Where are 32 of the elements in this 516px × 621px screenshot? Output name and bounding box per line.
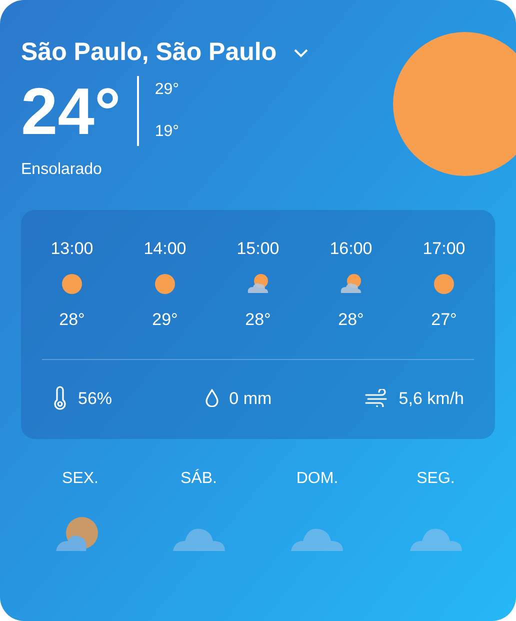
hour-label: 17:00 (422, 238, 466, 260)
sun-cloud-icon (246, 273, 270, 295)
hour-temperature: 28° (59, 309, 85, 331)
day-label: SÁB. (180, 468, 217, 489)
chevron-down-icon[interactable] (292, 48, 309, 58)
thermometer-icon (52, 386, 68, 410)
current-temperature: 24° (21, 78, 121, 144)
hour-temperature: 28° (245, 309, 271, 331)
detail-value: 0 mm (229, 388, 272, 410)
day-label: SEX. (62, 469, 98, 489)
detail-value: 5,6 km/h (398, 388, 464, 410)
sun-icon (393, 32, 516, 176)
sun-icon (61, 273, 83, 295)
hour-label: 14:00 (144, 238, 186, 260)
hour-label: 16:00 (330, 238, 372, 260)
hour-temperature: 28° (338, 309, 364, 331)
wind-icon (364, 389, 389, 408)
hour-temperature: 27° (431, 309, 457, 331)
location-title: São Paulo, São Paulo (21, 37, 277, 68)
detail-value: 56% (78, 388, 112, 410)
sun-cloud-icon (339, 273, 363, 295)
drop-icon (205, 389, 220, 408)
sun-icon (433, 273, 455, 295)
day-label: DOM. (296, 469, 338, 489)
hour-label: 15:00 (236, 238, 280, 260)
high-temperature: 29° (154, 80, 180, 100)
hour-label: 13:00 (50, 238, 94, 260)
low-temperature: 19° (154, 122, 180, 142)
condition-label: Ensolarado (21, 160, 102, 180)
sun-icon (154, 273, 176, 295)
hour-temperature: 29° (152, 309, 178, 331)
day-label: SEG. (416, 469, 455, 489)
